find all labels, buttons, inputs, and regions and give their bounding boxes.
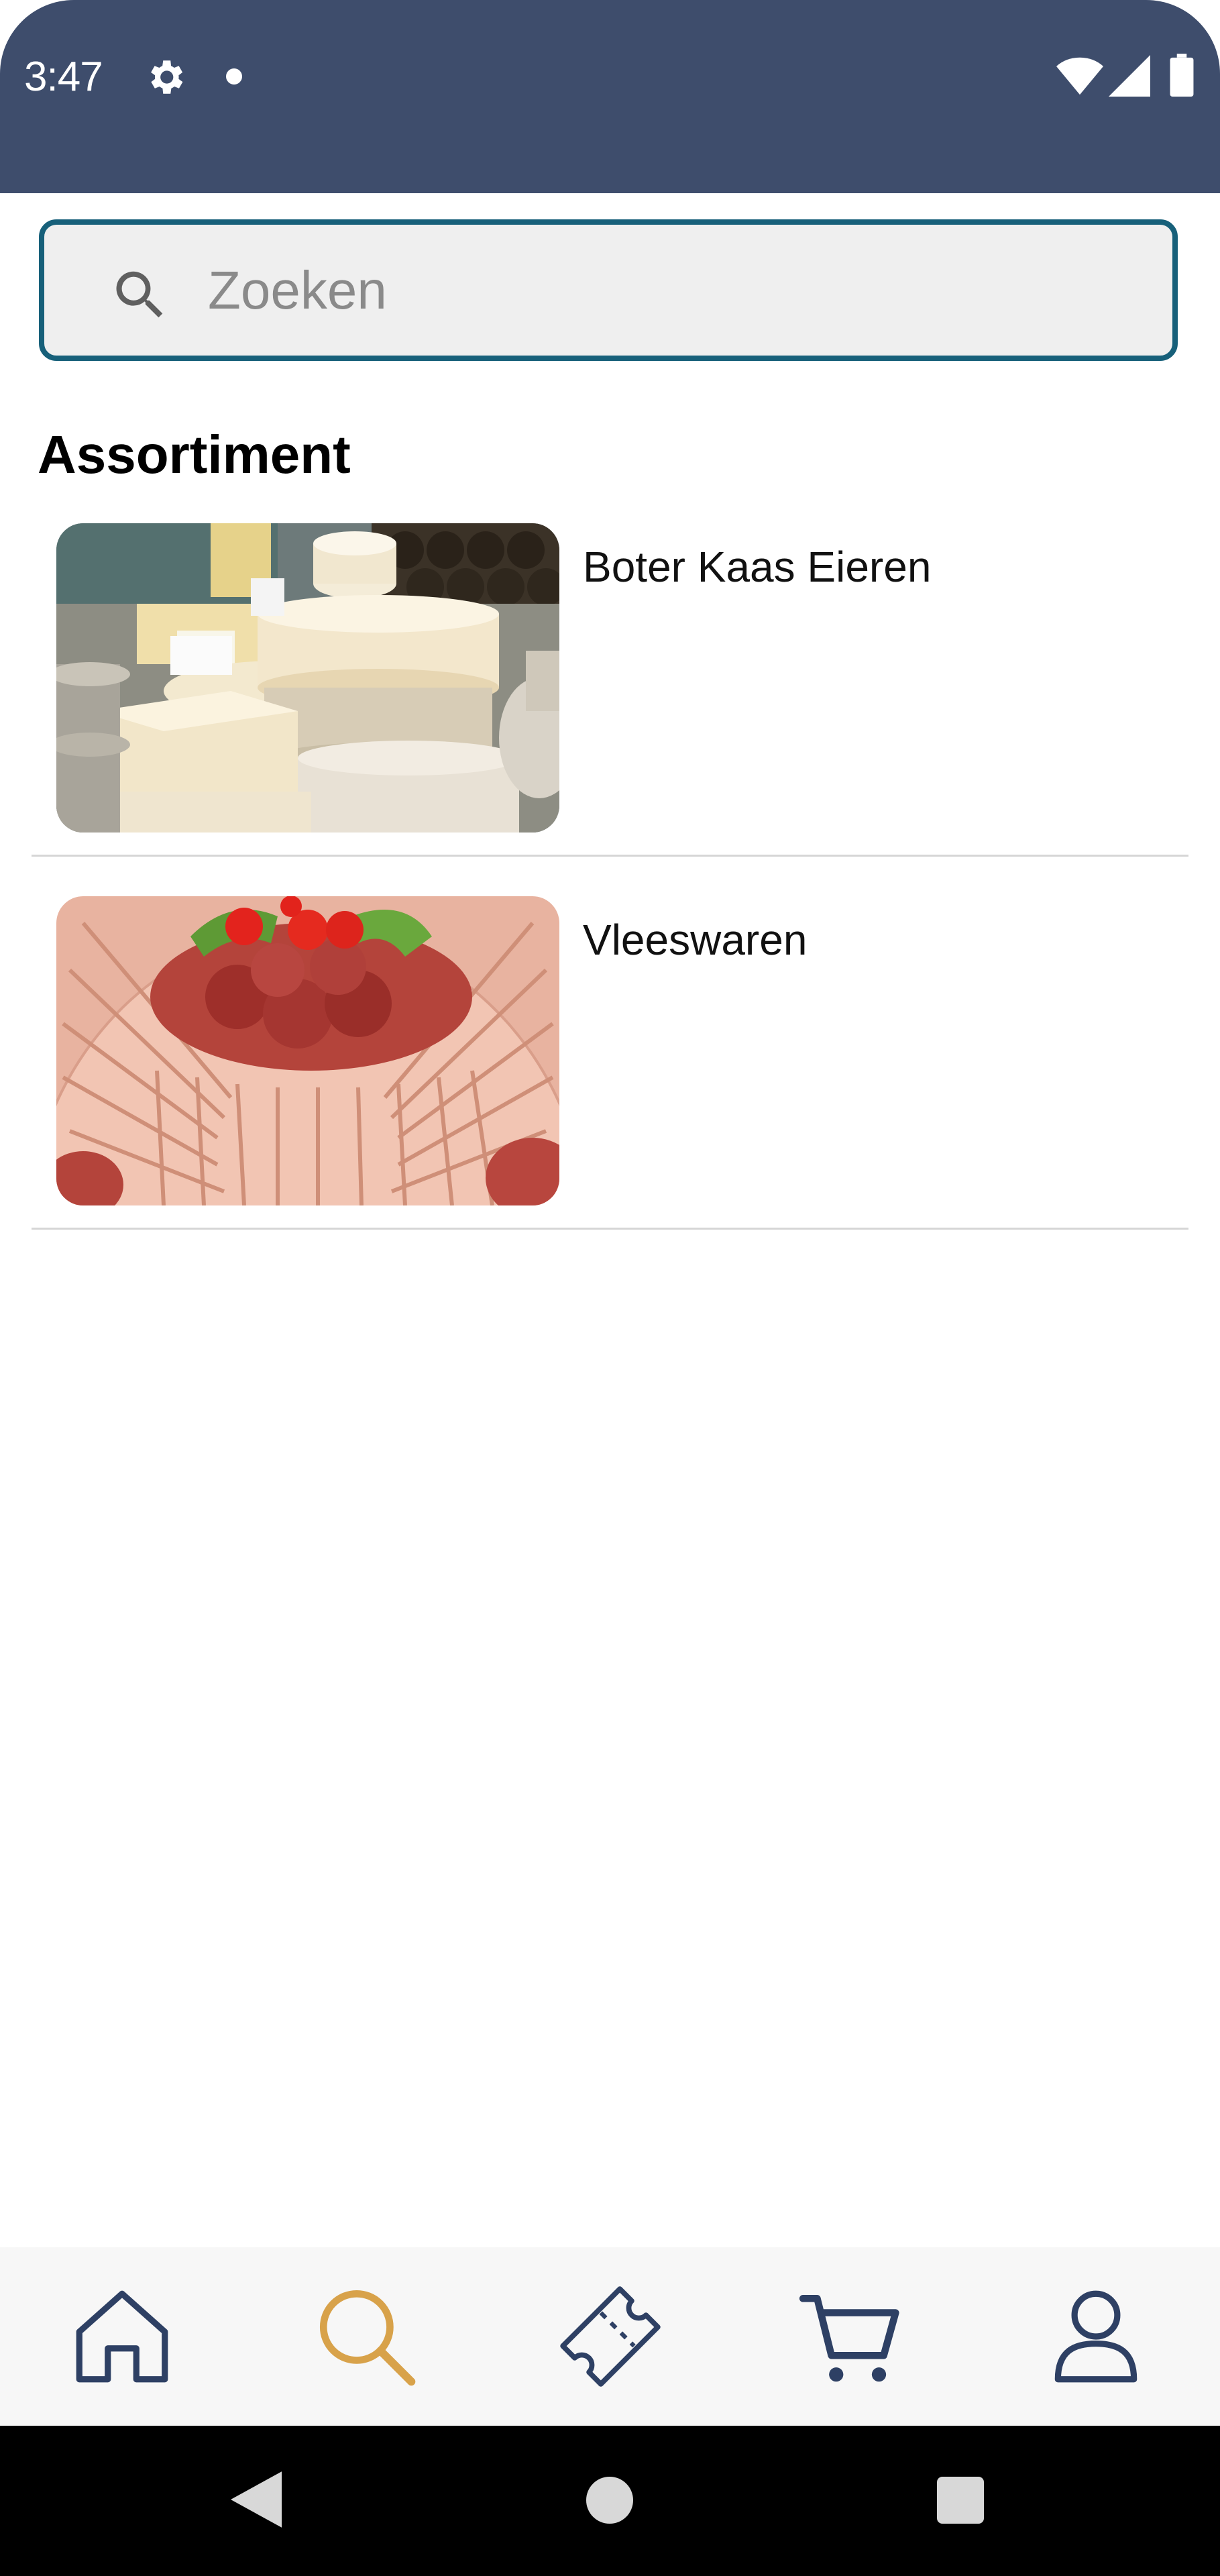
category-label: Vleeswaren [583,916,808,964]
home-button[interactable] [586,2477,633,2524]
status-time: 3:47 [24,54,103,100]
cart-icon [799,2295,899,2382]
home-icon [76,2290,168,2383]
nav-account[interactable] [995,2247,1197,2426]
nav-search[interactable] [266,2247,467,2426]
status-bar: 3:47 [0,0,1220,193]
recents-button[interactable] [937,2477,984,2524]
list-item-vleeswaren[interactable]: Vleeswaren [32,887,1188,1230]
nav-cart[interactable] [750,2247,951,2426]
system-nav-bar [0,2426,1220,2576]
wifi-icon [1056,57,1103,95]
cold-cuts-photo [56,896,559,1205]
list-item-boter-kaas-eieren[interactable]: Boter Kaas Eieren [32,514,1188,857]
category-label: Boter Kaas Eieren [583,543,932,591]
notification-dot [226,68,242,85]
battery-icon [1170,54,1194,97]
ticket-icon [560,2286,661,2387]
user-icon [1054,2290,1138,2383]
bottom-nav [0,2247,1220,2426]
gear-icon [151,60,183,94]
search-input[interactable] [208,252,1147,329]
cheese-photo [56,523,559,833]
section-title: Assortiment [38,425,351,484]
back-icon[interactable] [231,2471,282,2528]
signal-icon [1109,55,1150,97]
category-list: Boter Kaas Eieren Vleeswaren [0,514,1220,1260]
search-box[interactable] [39,219,1178,361]
nav-coupons[interactable] [510,2247,711,2426]
search-icon [116,271,163,318]
nav-home[interactable] [21,2247,223,2426]
search-icon [319,2290,416,2386]
